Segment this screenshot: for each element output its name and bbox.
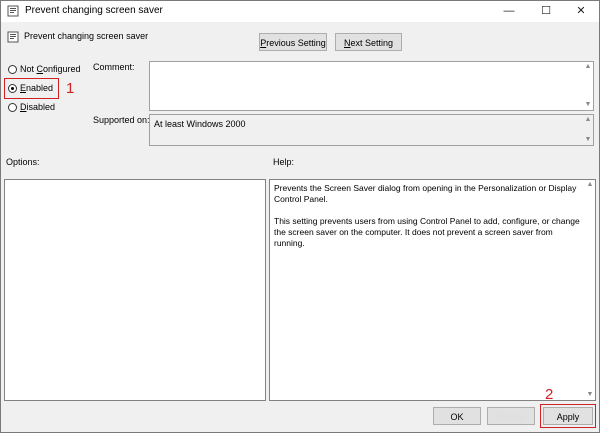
annotation-marker-2: 2	[545, 386, 554, 403]
supported-on-scrollbar[interactable]: ▲ ▼	[583, 115, 593, 145]
scroll-down-icon[interactable]: ▼	[583, 135, 593, 145]
radio-circle[interactable]	[8, 103, 17, 112]
ok-button[interactable]: OK	[433, 407, 481, 425]
help-paragraph: Prevents the Screen Saver dialog from op…	[274, 183, 577, 204]
options-label: Options:	[6, 157, 40, 167]
help-scrollbar[interactable]: ▲ ▼	[585, 180, 595, 400]
radio-not-configured-label: Not Configured	[20, 64, 81, 74]
comment-input[interactable]: ▲ ▼	[149, 61, 594, 111]
title-bar: Prevent changing screen saver — ☐ ✕	[1, 1, 599, 22]
scroll-down-icon[interactable]: ▼	[585, 390, 595, 400]
help-panel: Prevents the Screen Saver dialog from op…	[269, 179, 596, 401]
enabled-highlight-annotation	[4, 78, 59, 99]
supported-on-value: At least Windows 2000	[154, 119, 246, 129]
apply-highlight-annotation	[540, 404, 596, 428]
previous-setting-button[interactable]: Previous Setting	[259, 33, 327, 51]
help-paragraph: This setting prevents users from using C…	[274, 216, 580, 248]
window-title: Prevent changing screen saver	[25, 5, 163, 16]
policy-icon	[7, 5, 19, 17]
policy-icon	[7, 31, 19, 43]
scroll-up-icon[interactable]: ▲	[583, 115, 593, 125]
scroll-up-icon[interactable]: ▲	[585, 180, 595, 190]
setting-title: Prevent changing screen saver	[24, 31, 149, 41]
comment-label: Comment:	[93, 62, 135, 72]
previous-setting-label: revious Setting	[266, 38, 326, 48]
comment-scrollbar[interactable]: ▲ ▼	[583, 62, 593, 110]
help-text: Prevents the Screen Saver dialog from op…	[274, 183, 584, 260]
scroll-down-icon[interactable]: ▼	[583, 100, 593, 110]
next-setting-button[interactable]: Next Setting	[335, 33, 402, 51]
scroll-up-icon[interactable]: ▲	[583, 62, 593, 72]
supported-on-label: Supported on:	[93, 115, 150, 125]
annotation-marker-1: 1	[66, 80, 75, 97]
minimize-button[interactable]: —	[491, 1, 527, 22]
supported-on-field: At least Windows 2000 ▲ ▼	[149, 114, 594, 146]
maximize-button[interactable]: ☐	[528, 1, 564, 22]
options-panel	[4, 179, 266, 401]
close-button[interactable]: ✕	[563, 1, 599, 22]
next-setting-label: ext Setting	[350, 38, 394, 48]
cancel-button[interactable]: Cancel	[487, 407, 535, 425]
radio-circle[interactable]	[8, 65, 17, 74]
policy-dialog-window: Prevent changing screen saver — ☐ ✕ Prev…	[0, 0, 600, 433]
radio-disabled-label: Disabled	[20, 102, 56, 112]
help-label: Help:	[273, 157, 295, 167]
